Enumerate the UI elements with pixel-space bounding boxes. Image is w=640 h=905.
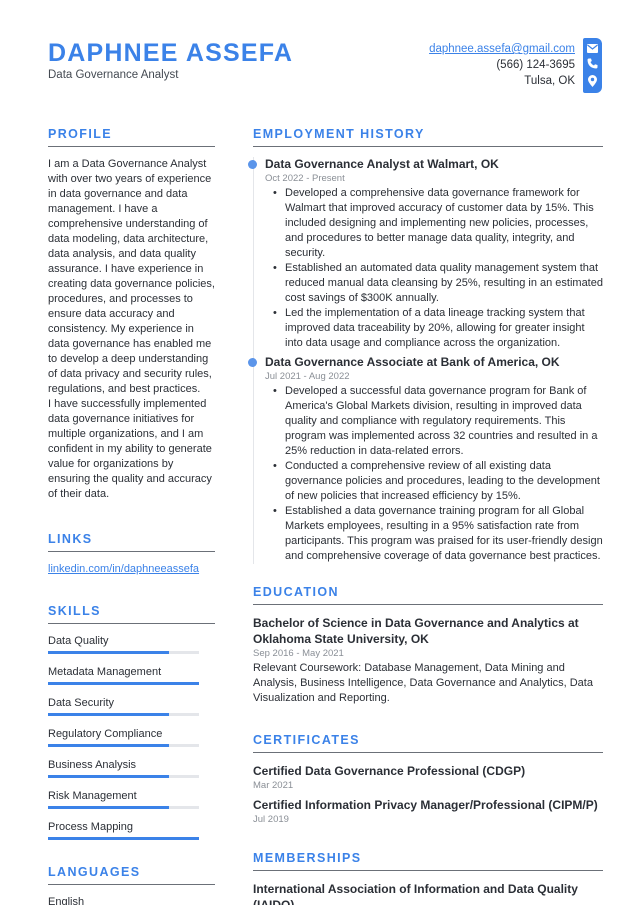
education-heading: EDUCATION xyxy=(253,584,603,605)
achievement-item: Led the implementation of a data lineage… xyxy=(273,306,603,351)
skill-item: Risk Management xyxy=(48,789,215,809)
profile-text: I am a Data Governance Analyst with over… xyxy=(48,158,215,395)
job-title: Data Governance Analyst at Walmart, OK xyxy=(265,157,499,171)
links-heading: LINKS xyxy=(48,531,215,552)
links-section: LINKS linkedin.com/in/daphneeassefa xyxy=(48,531,215,576)
phone-number: (566) 124-3695 xyxy=(496,59,575,71)
job-entry: Data Governance Associate at Bank of Ame… xyxy=(248,355,603,564)
skill-item: Metadata Management xyxy=(48,665,215,685)
job-title: Data Governance Associate at Bank of Ame… xyxy=(265,355,560,369)
achievement-item: Established an automated data quality ma… xyxy=(273,261,603,306)
certificate-name: Certified Information Privacy Manager/Pr… xyxy=(253,798,598,812)
language-item: English xyxy=(48,896,85,905)
timeline-dot-icon xyxy=(248,160,257,169)
certificate-name: Certified Data Governance Professional (… xyxy=(253,764,526,778)
skill-level-bar xyxy=(48,806,199,809)
certificates-heading: CERTIFICATES xyxy=(253,732,603,753)
skill-level-bar xyxy=(48,651,199,654)
education-dates: Sep 2016 - May 2021 xyxy=(253,648,344,659)
skill-level-bar xyxy=(48,775,199,778)
skills-heading: SKILLS xyxy=(48,603,215,624)
skills-section: SKILLS Data Quality Metadata Management Da… xyxy=(48,603,215,840)
skill-item: Data Security xyxy=(48,696,215,716)
skill-name: Data Quality xyxy=(48,635,109,647)
skill-level-bar xyxy=(48,713,199,716)
skill-name: Process Mapping xyxy=(48,821,133,833)
skill-name: Data Security xyxy=(48,697,115,709)
skill-level-bar xyxy=(48,744,199,747)
timeline-dot-icon xyxy=(248,358,257,367)
job-achievements: Developed a successful data governance p… xyxy=(265,384,603,564)
education-description: Relevant Coursework: Database Management… xyxy=(253,662,593,704)
email-link[interactable]: daphnee.assefa@gmail.com xyxy=(429,43,575,55)
skill-level-fill xyxy=(48,713,169,716)
left-column: PROFILE I am a Data Governance Analyst w… xyxy=(48,126,215,905)
certificates-section: CERTIFICATES Certified Data Governance P… xyxy=(253,732,603,826)
profile-heading: PROFILE xyxy=(48,126,215,147)
education-item: Bachelor of Science in Data Governance a… xyxy=(253,615,603,706)
profile-text-2: I have successfully implemented data gov… xyxy=(48,398,212,500)
certificate-item: Certified Information Privacy Manager/Pr… xyxy=(253,797,603,826)
achievement-item: Conducted a comprehensive review of all … xyxy=(273,459,603,504)
employment-section: EMPLOYMENT HISTORY Data Governance Analy… xyxy=(248,126,603,564)
right-column: EMPLOYMENT HISTORY Data Governance Analy… xyxy=(248,126,603,905)
certificate-date: Mar 2021 xyxy=(253,780,294,791)
phone-icon xyxy=(587,58,598,69)
skill-name: Regulatory Compliance xyxy=(48,728,163,740)
skill-level-fill xyxy=(48,806,169,809)
resume-header: DAPHNEE ASSEFA Data Governance Analyst xyxy=(48,38,293,82)
envelope-icon xyxy=(587,43,598,53)
employment-timeline: Data Governance Analyst at Walmart, OK Oc… xyxy=(248,157,603,564)
memberships-heading: MEMBERSHIPS xyxy=(253,850,603,871)
skill-level-fill xyxy=(48,837,199,840)
candidate-name: DAPHNEE ASSEFA xyxy=(48,39,294,67)
achievement-item: Established a data governance training p… xyxy=(273,504,603,564)
skill-level-fill xyxy=(48,775,169,778)
skill-level-bar xyxy=(48,837,199,840)
membership-item: International Association of Information… xyxy=(253,882,578,905)
skill-level-fill xyxy=(48,744,169,747)
skill-name: Metadata Management xyxy=(48,666,162,678)
contact-info: daphnee.assefa@gmail.com (566) 124-3695 … xyxy=(429,41,575,89)
job-achievements: Developed a comprehensive data governanc… xyxy=(265,186,603,351)
certificate-item: Certified Data Governance Professional (… xyxy=(253,763,603,792)
achievement-item: Developed a comprehensive data governanc… xyxy=(273,186,603,261)
skill-level-fill xyxy=(48,651,169,654)
skill-level-fill xyxy=(48,682,199,685)
job-dates: Jul 2021 - Aug 2022 xyxy=(265,371,350,382)
skill-level-bar xyxy=(48,682,199,685)
languages-section: LANGUAGES English xyxy=(48,864,215,905)
skill-name: Risk Management xyxy=(48,790,137,802)
memberships-section: MEMBERSHIPS International Association of… xyxy=(253,850,603,905)
candidate-title: Data Governance Analyst xyxy=(48,69,179,81)
education-title: Bachelor of Science in Data Governance a… xyxy=(253,616,579,646)
job-dates: Oct 2022 - Present xyxy=(265,173,345,184)
education-section: EDUCATION Bachelor of Science in Data Go… xyxy=(253,584,603,706)
job-entry: Data Governance Analyst at Walmart, OK Oc… xyxy=(248,157,603,351)
languages-heading: LANGUAGES xyxy=(48,864,215,885)
contact-icon-bar xyxy=(583,38,602,93)
location-pin-icon xyxy=(588,75,597,88)
linkedin-link[interactable]: linkedin.com/in/daphneeassefa xyxy=(48,562,215,576)
skill-item: Process Mapping xyxy=(48,820,215,840)
skill-item: Business Analysis xyxy=(48,758,215,778)
achievement-item: Developed a successful data governance p… xyxy=(273,384,603,459)
certificate-date: Jul 2019 xyxy=(253,814,289,825)
profile-section: PROFILE I am a Data Governance Analyst w… xyxy=(48,126,215,502)
skill-item: Data Quality xyxy=(48,634,215,654)
skill-name: Business Analysis xyxy=(48,759,137,771)
employment-heading: EMPLOYMENT HISTORY xyxy=(253,126,603,147)
location: Tulsa, OK xyxy=(524,75,575,87)
skill-item: Regulatory Compliance xyxy=(48,727,215,747)
